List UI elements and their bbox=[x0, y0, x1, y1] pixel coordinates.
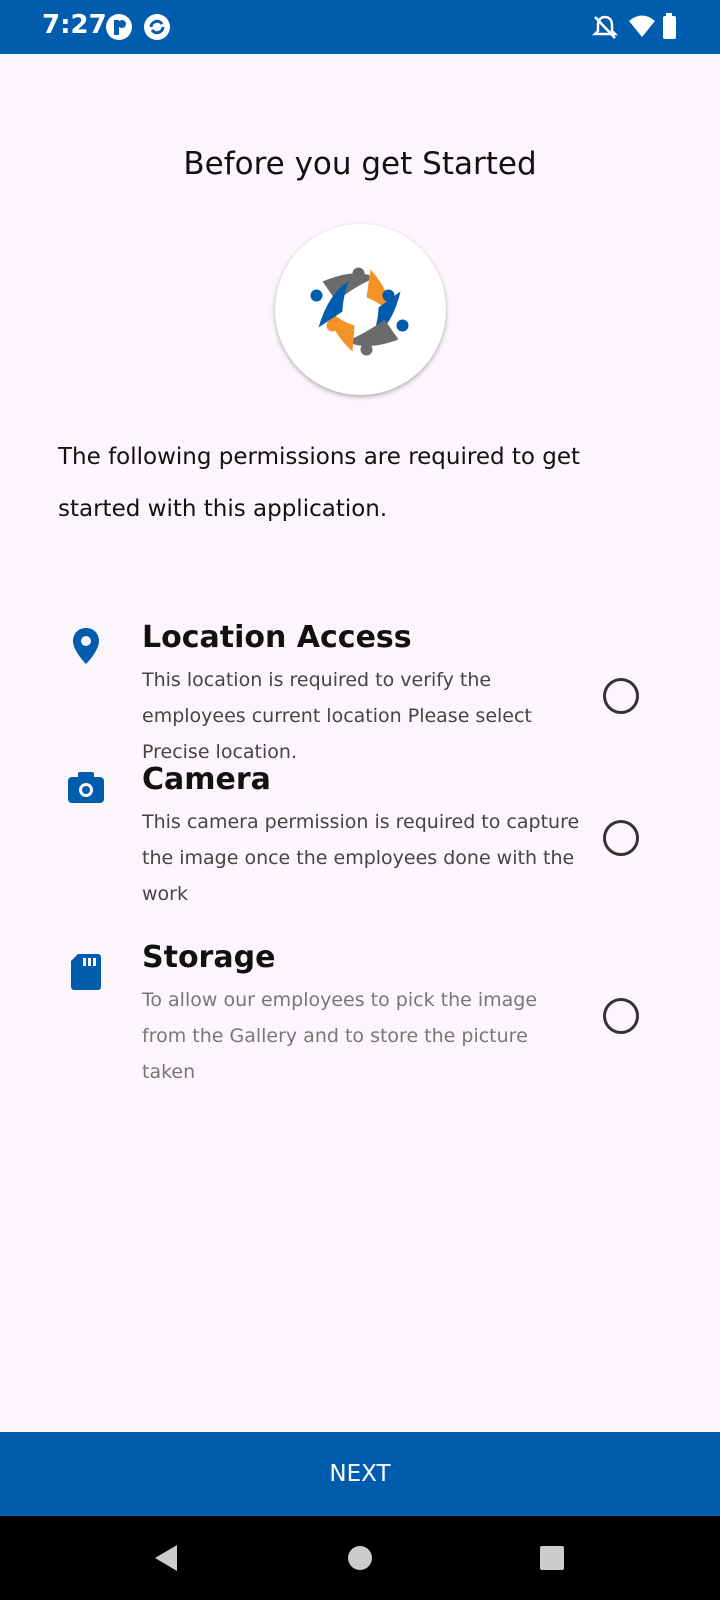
status-bar: 7:27 bbox=[0, 0, 720, 54]
permission-description: To allow our employees to pick the image… bbox=[142, 989, 538, 1083]
location-radio[interactable] bbox=[603, 678, 639, 714]
next-button[interactable]: NEXT bbox=[0, 1432, 720, 1516]
recents-icon[interactable] bbox=[537, 1543, 567, 1573]
camera-icon bbox=[64, 766, 108, 810]
permission-description: This camera permission is required to ca… bbox=[142, 811, 580, 905]
bell-off-icon bbox=[590, 12, 620, 42]
wifi-icon bbox=[627, 12, 657, 42]
sync-icon bbox=[142, 12, 172, 42]
storage-radio[interactable] bbox=[603, 998, 639, 1034]
permission-title: Location Access bbox=[142, 620, 412, 655]
intro-text: The following permissions are required t… bbox=[58, 444, 581, 522]
permissions-screen: Before you get Started The following per… bbox=[0, 54, 720, 1432]
permission-camera[interactable]: Camera This camera permission is require… bbox=[0, 762, 720, 922]
system-nav-bar bbox=[0, 1516, 720, 1600]
home-icon[interactable] bbox=[345, 1543, 375, 1573]
permission-title: Camera bbox=[142, 762, 271, 797]
back-icon[interactable] bbox=[151, 1543, 181, 1573]
app-logo bbox=[275, 224, 446, 395]
permission-title: Storage bbox=[142, 940, 276, 975]
permission-description: This location is required to verify the … bbox=[142, 669, 532, 763]
location-pin-icon bbox=[64, 624, 108, 668]
battery-icon bbox=[660, 12, 690, 42]
status-time: 7:27 bbox=[42, 10, 107, 40]
app-icon-1 bbox=[104, 12, 134, 42]
sd-card-icon bbox=[64, 950, 108, 994]
camera-radio[interactable] bbox=[603, 820, 639, 856]
permission-storage[interactable]: Storage To allow our employees to pick t… bbox=[0, 940, 720, 1083]
page-title: Before you get Started bbox=[183, 146, 537, 182]
permission-location[interactable]: Location Access This location is require… bbox=[0, 620, 720, 763]
